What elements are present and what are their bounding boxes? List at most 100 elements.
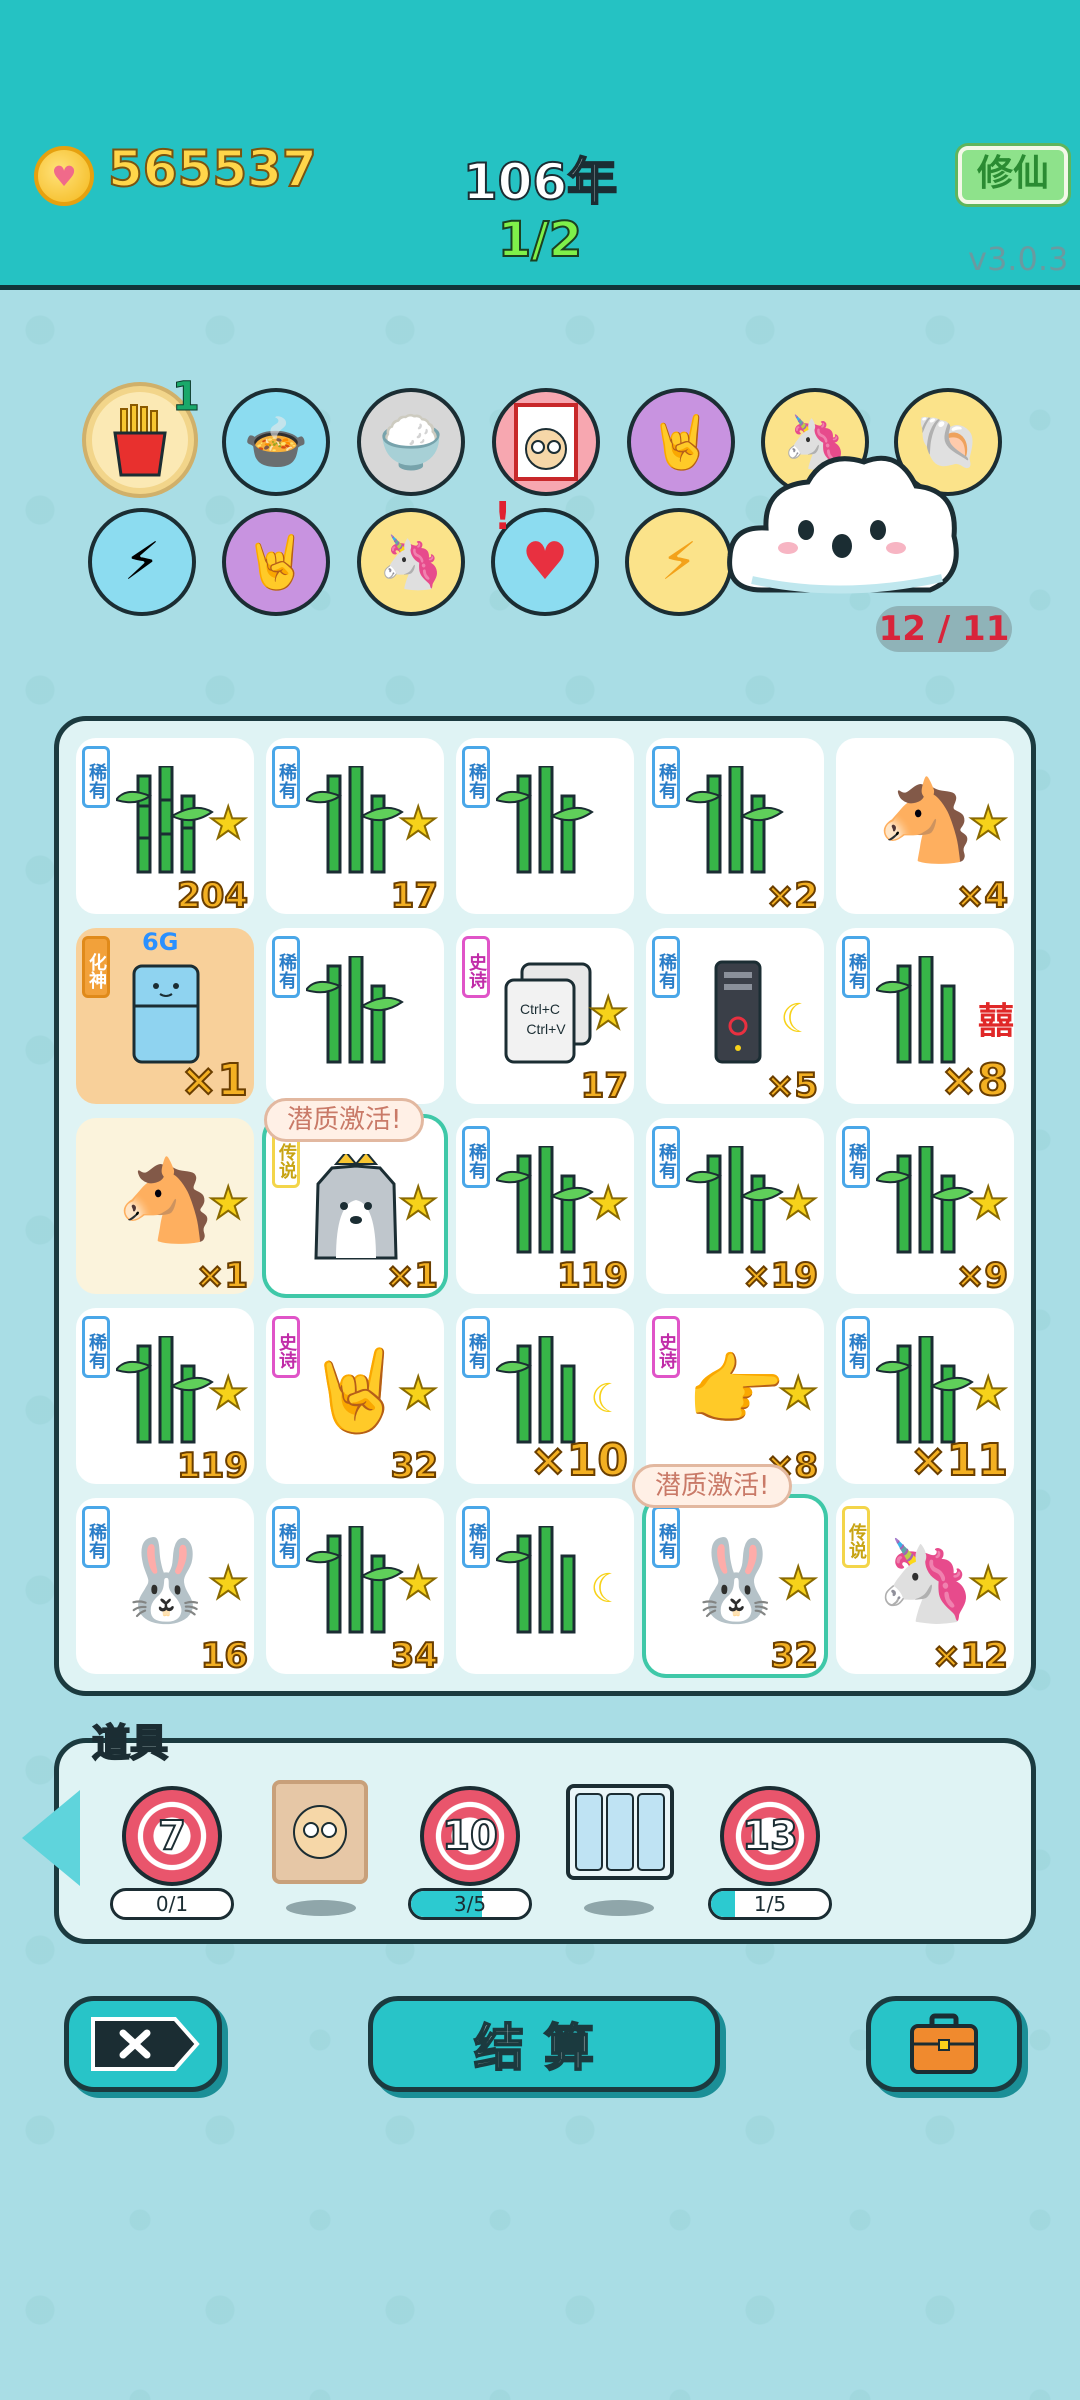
bamboo-icon [116, 1336, 214, 1444]
copy-paste-icon: Ctrl+C Ctrl+V [504, 962, 592, 1064]
target-item[interactable]: 10 [420, 1786, 520, 1886]
rabbit-icon: 🐰 [686, 1534, 786, 1627]
star-icon: ★ [208, 1557, 249, 1610]
board-cell[interactable]: 稀有 🐰 ★ 16 [76, 1498, 254, 1677]
board-cell[interactable]: 稀有 ★ 204 [76, 738, 254, 917]
cell-value: ×10 [529, 1434, 629, 1487]
board-cell[interactable]: 史诗 👉 ★ ×8 [646, 1308, 824, 1487]
rare-cards-item[interactable] [566, 1784, 674, 1880]
rabbit-icon: 🐰 [116, 1534, 216, 1627]
board-cell[interactable]: 稀有 ×2 [646, 738, 824, 917]
rock-hand-icon: 🤘 [648, 412, 714, 473]
item-progress-text: 1/5 [753, 1892, 787, 1916]
board-cell[interactable]: 传说 🦄 ★ ×12 [836, 1498, 1014, 1677]
star-icon: ★ [778, 1367, 819, 1420]
cell-value: 119 [556, 1255, 629, 1297]
target-item[interactable]: 7 [122, 1786, 222, 1886]
briefcase-icon [910, 2013, 978, 2074]
star-icon: ★ [968, 1367, 1009, 1420]
target-item[interactable]: 13 [720, 1786, 820, 1886]
board-cell[interactable]: 稀有 ★ 119 [456, 1118, 634, 1297]
back-arrow-icon[interactable] [22, 1790, 80, 1886]
board-cell[interactable]: 史诗 Ctrl+C Ctrl+V ★ 17 [456, 928, 634, 1107]
rarity-tag: 稀有 [462, 746, 490, 808]
rarity-tag: 稀有 [652, 1506, 680, 1568]
portrait-item[interactable] [272, 1780, 368, 1884]
star-icon: ★ [208, 1177, 249, 1230]
rarity-tag: 传说 [842, 1506, 870, 1568]
dog-food-icon: 🍲 [243, 412, 309, 473]
cell-value: ×2 [765, 875, 819, 917]
board-cell[interactable]: 稀有 [456, 738, 634, 914]
board-cell[interactable]: 稀有 ★ 34 [266, 1498, 444, 1677]
discard-button[interactable] [64, 1996, 222, 2092]
board-cell[interactable]: 稀有 ★ 17 [266, 738, 444, 917]
close-icon [91, 2017, 200, 2071]
board-cell[interactable]: 稀有 ☾ ×5 [646, 928, 824, 1107]
board-cell[interactable]: 🐴 ★ ×1 [76, 1118, 254, 1297]
portrait-icon [293, 1805, 347, 1859]
rarity-tag: 稀有 [82, 746, 110, 808]
coin-icon: ♥ [34, 146, 94, 206]
rarity-tag: 稀有 [272, 1506, 300, 1568]
rarity-tag: 稀有 [82, 1506, 110, 1568]
board-cell[interactable]: 稀有 ☾ ×10 [456, 1308, 634, 1487]
cell-value: 34 [390, 1635, 439, 1677]
star-icon: ★ [968, 1557, 1009, 1610]
cell-value: ×19 [741, 1255, 819, 1297]
rarity-tag: 史诗 [652, 1316, 680, 1378]
settle-button[interactable]: 结算 [368, 1996, 720, 2092]
briefcase-button[interactable] [866, 1996, 1022, 2092]
item-shadow [584, 1900, 654, 1916]
item-progress-bar: 1/5 [708, 1888, 832, 1920]
board-cell[interactable]: 稀有 ★ ×9 [836, 1118, 1014, 1297]
board-cell[interactable]: 化神 6G ×1 [76, 928, 254, 1107]
rarity-tag: 稀有 [272, 936, 300, 998]
board-cell[interactable]: 稀有 [266, 928, 444, 1104]
board-cell[interactable]: 稀有 囍 ×8 [836, 928, 1014, 1107]
bamboo-icon [876, 1336, 974, 1444]
cell-value: ×4 [955, 875, 1009, 917]
relic-lightning[interactable]: ⚡ [625, 508, 733, 616]
relic-time-magazine[interactable] [492, 388, 600, 496]
relic-dog-food[interactable]: 🍲 [222, 388, 330, 496]
board-cell[interactable]: 稀有 ★ ×19 [646, 1118, 824, 1297]
bamboo-icon [686, 766, 784, 874]
item-progress-text: 0/1 [155, 1892, 189, 1916]
horse-icon: 🐴 [876, 774, 976, 867]
6g-label: 6G [142, 928, 179, 956]
relic-dog-food-lightning[interactable]: ⚡ [88, 508, 196, 616]
moon-icon: ☾ [780, 996, 816, 1042]
relic-rice[interactable]: 🍚 [357, 388, 465, 496]
star-icon: ★ [208, 797, 249, 850]
pointing-hand-icon: 👉 [686, 1344, 786, 1437]
moon-icon: ☾ [590, 1376, 626, 1422]
board-cell[interactable]: 稀有 ★ ×11 [836, 1308, 1014, 1487]
version-label: v3.0.3 [968, 240, 1069, 278]
horse-icon: 🐴 [116, 1154, 216, 1247]
cell-value: 32 [770, 1635, 819, 1677]
board-cell[interactable]: 稀有 🐰 ★ 32 [646, 1498, 824, 1677]
cell-value: ×1 [180, 1054, 249, 1107]
cell-value: 17 [580, 1065, 629, 1107]
cell-value: 16 [200, 1635, 249, 1677]
rock-hand-icon: 🤘 [306, 1344, 406, 1437]
relic-rock-hand[interactable]: 🤘 [627, 388, 735, 496]
cultivate-button[interactable]: 修仙 [958, 146, 1068, 204]
dog-food-lightning-icon: ⚡ [123, 532, 161, 592]
cell-value: ×12 [931, 1635, 1009, 1677]
star-icon: ★ [778, 1557, 819, 1610]
board-cell[interactable]: 传说 ★ ×1 [266, 1118, 444, 1297]
relic-unicorn-heart[interactable]: 🦄 [357, 508, 465, 616]
relic-rock-hand-lightning[interactable]: 🤘 [222, 508, 330, 616]
rarity-tag: 稀有 [842, 1316, 870, 1378]
round-counter: 1/2 [497, 211, 583, 269]
unicorn-icon: 🦄 [876, 1534, 976, 1627]
board-cell[interactable]: 稀有 ★ 119 [76, 1308, 254, 1487]
board-cell[interactable]: 史诗 🤘 ★ 32 [266, 1308, 444, 1487]
rice-bowl-icon: 🍚 [378, 412, 444, 473]
board-cell[interactable]: 🐴 ★ ×4 [836, 738, 1014, 917]
cell-value: ×9 [955, 1255, 1009, 1297]
rarity-tag: 稀有 [462, 1316, 490, 1378]
board-cell[interactable]: 稀有 ☾ [456, 1498, 634, 1674]
